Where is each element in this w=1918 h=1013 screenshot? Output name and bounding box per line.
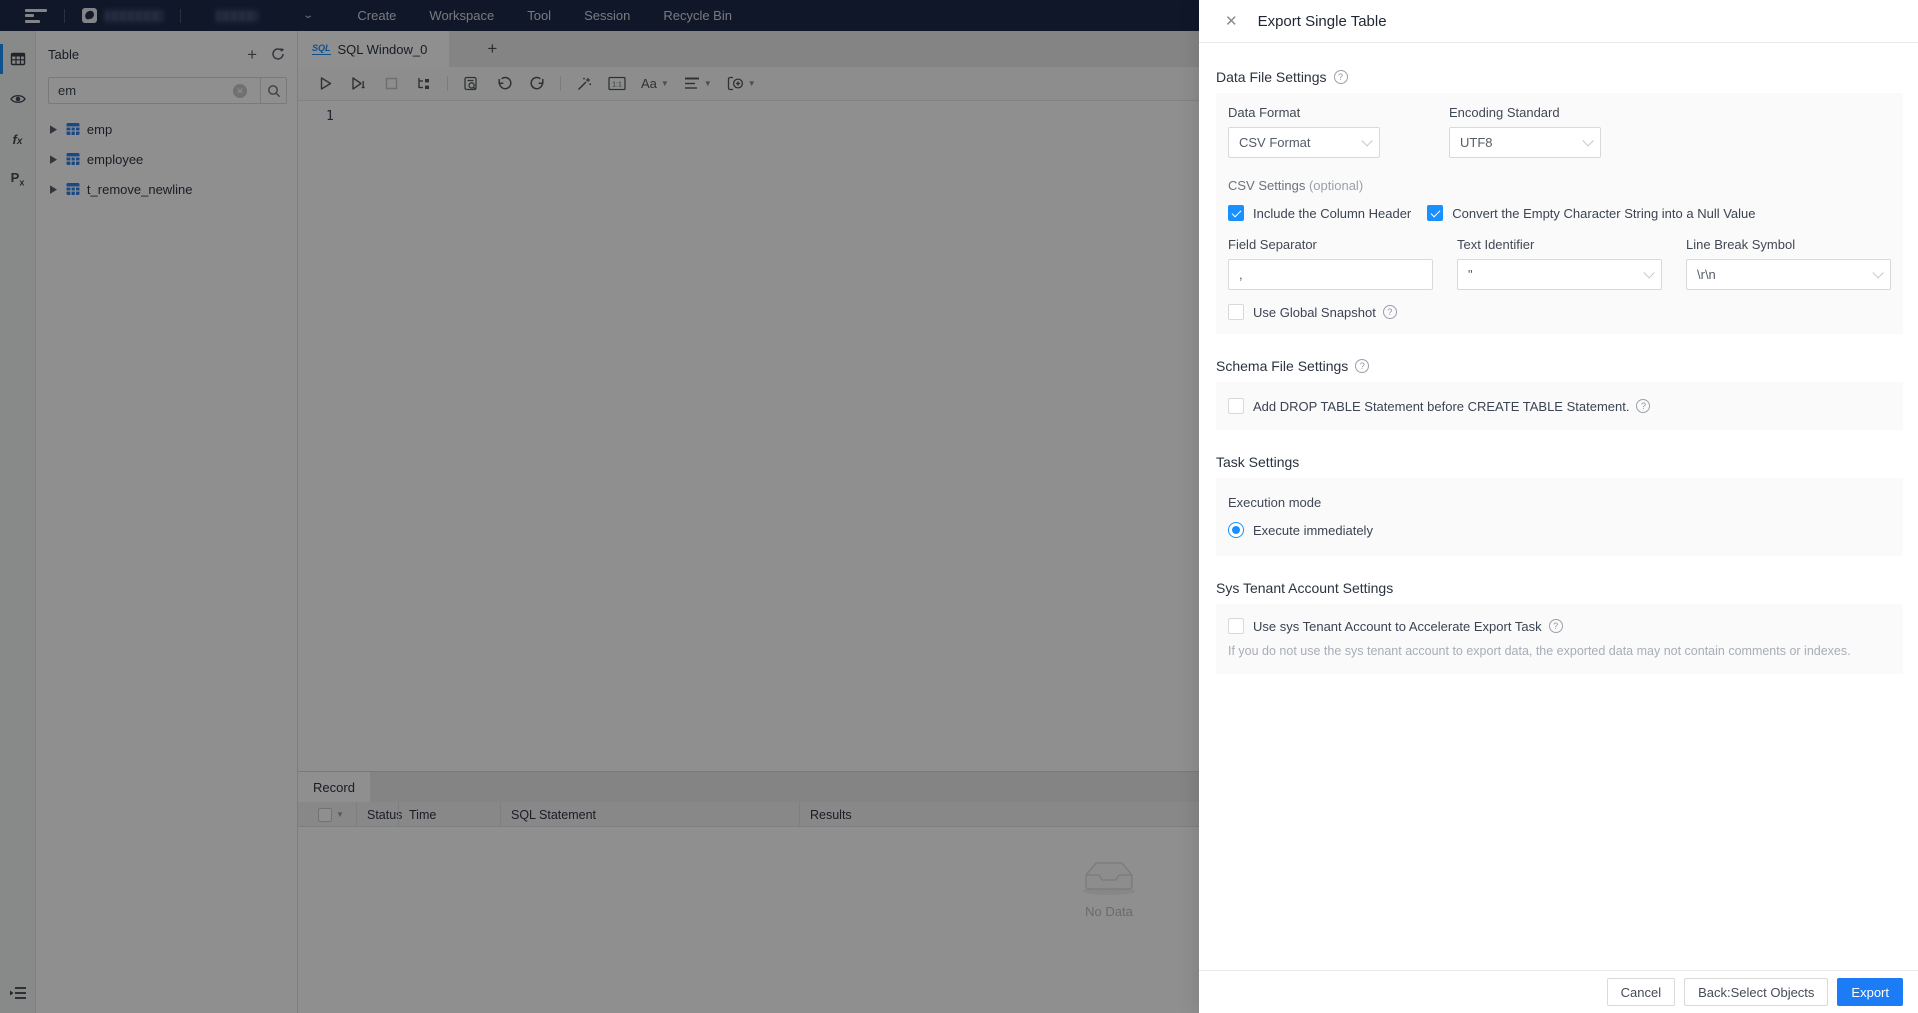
section-heading-data-file-settings: Data File Settings ?	[1216, 69, 1903, 85]
section-heading-schema-file-settings: Schema File Settings ?	[1216, 358, 1903, 374]
drawer-header: ✕ Export Single Table	[1199, 0, 1918, 43]
execute-immediately-radio[interactable]	[1228, 522, 1244, 538]
field-separator-input[interactable]: ,	[1228, 259, 1433, 290]
use-global-snapshot-checkbox[interactable]	[1228, 304, 1244, 320]
chevron-down-icon	[1582, 134, 1594, 147]
line-break-symbol-value: \r\n	[1697, 267, 1716, 282]
encoding-standard-select[interactable]: UTF8	[1449, 127, 1601, 158]
export-button[interactable]: Export	[1837, 978, 1903, 1006]
section-heading-text: Data File Settings	[1216, 69, 1327, 85]
drawer-footer: Cancel Back:Select Objects Export	[1199, 970, 1918, 1013]
execution-mode-label: Execution mode	[1228, 495, 1322, 510]
help-icon[interactable]: ?	[1636, 399, 1651, 413]
encoding-standard-value: UTF8	[1460, 135, 1493, 150]
schema-file-settings-panel: Add DROP TABLE Statement before CREATE T…	[1216, 382, 1903, 430]
encoding-standard-label: Encoding Standard	[1449, 105, 1560, 120]
data-format-select[interactable]: CSV Format	[1228, 127, 1380, 158]
data-format-label: Data Format	[1228, 105, 1301, 120]
include-column-header-checkbox[interactable]	[1228, 205, 1244, 221]
empty-to-null-label: Convert the Empty Character String into …	[1452, 205, 1756, 221]
empty-to-null-checkbox[interactable]	[1427, 205, 1444, 221]
drawer-title: Export Single Table	[1257, 12, 1387, 30]
help-icon[interactable]: ?	[1333, 70, 1348, 84]
help-icon[interactable]: ?	[1355, 359, 1370, 373]
csv-settings-text: CSV Settings	[1228, 178, 1306, 193]
use-sys-tenant-checkbox[interactable]	[1228, 618, 1244, 634]
section-heading-text: Task Settings	[1216, 454, 1300, 470]
csv-optional-text: (optional)	[1308, 178, 1364, 193]
use-global-snapshot-label: Use Global Snapshot	[1253, 304, 1376, 320]
execute-immediately-label: Execute immediately	[1253, 522, 1373, 538]
section-heading-task-settings: Task Settings	[1216, 454, 1903, 470]
export-single-table-drawer: ✕ Export Single Table Data File Settings…	[1199, 0, 1918, 1013]
app-window: ⌄ Create Workspace Tool Session Recycle …	[0, 0, 1918, 1013]
field-separator-value: ,	[1239, 267, 1243, 282]
include-column-header-label: Include the Column Header	[1253, 205, 1412, 221]
text-identifier-select[interactable]: "	[1457, 259, 1662, 290]
text-identifier-label: Text Identifier	[1457, 237, 1535, 252]
section-heading-text: Schema File Settings	[1216, 358, 1349, 374]
text-identifier-value: "	[1468, 267, 1473, 282]
data-format-value: CSV Format	[1239, 135, 1311, 150]
add-drop-table-label: Add DROP TABLE Statement before CREATE T…	[1253, 398, 1630, 414]
use-sys-tenant-label: Use sys Tenant Account to Accelerate Exp…	[1253, 618, 1542, 634]
chevron-down-icon	[1361, 134, 1373, 147]
chevron-down-icon	[1872, 266, 1884, 279]
section-heading-text: Sys Tenant Account Settings	[1216, 580, 1394, 596]
data-file-settings-panel: Data Format CSV Format Encoding Standard…	[1216, 93, 1903, 334]
line-break-symbol-select[interactable]: \r\n	[1686, 259, 1891, 290]
help-icon[interactable]: ?	[1382, 305, 1397, 319]
close-icon[interactable]: ✕	[1225, 14, 1238, 29]
sys-tenant-settings-panel: Use sys Tenant Account to Accelerate Exp…	[1216, 604, 1903, 674]
line-break-symbol-label: Line Break Symbol	[1686, 237, 1796, 252]
back-select-objects-button[interactable]: Back:Select Objects	[1684, 978, 1829, 1006]
add-drop-table-checkbox[interactable]	[1228, 398, 1244, 414]
task-settings-panel: Execution mode Execute immediately	[1216, 478, 1903, 556]
chevron-down-icon	[1643, 266, 1655, 279]
field-separator-label: Field Separator	[1228, 237, 1317, 252]
section-heading-sys-tenant-settings: Sys Tenant Account Settings	[1216, 580, 1903, 596]
cancel-button[interactable]: Cancel	[1606, 978, 1676, 1006]
help-icon[interactable]: ?	[1548, 619, 1563, 633]
sys-tenant-note: If you do not use the sys tenant account…	[1228, 644, 1851, 658]
csv-settings-heading: CSV Settings (optional)	[1228, 178, 1891, 193]
drawer-body: Data File Settings ? Data Format CSV For…	[1199, 43, 1918, 970]
